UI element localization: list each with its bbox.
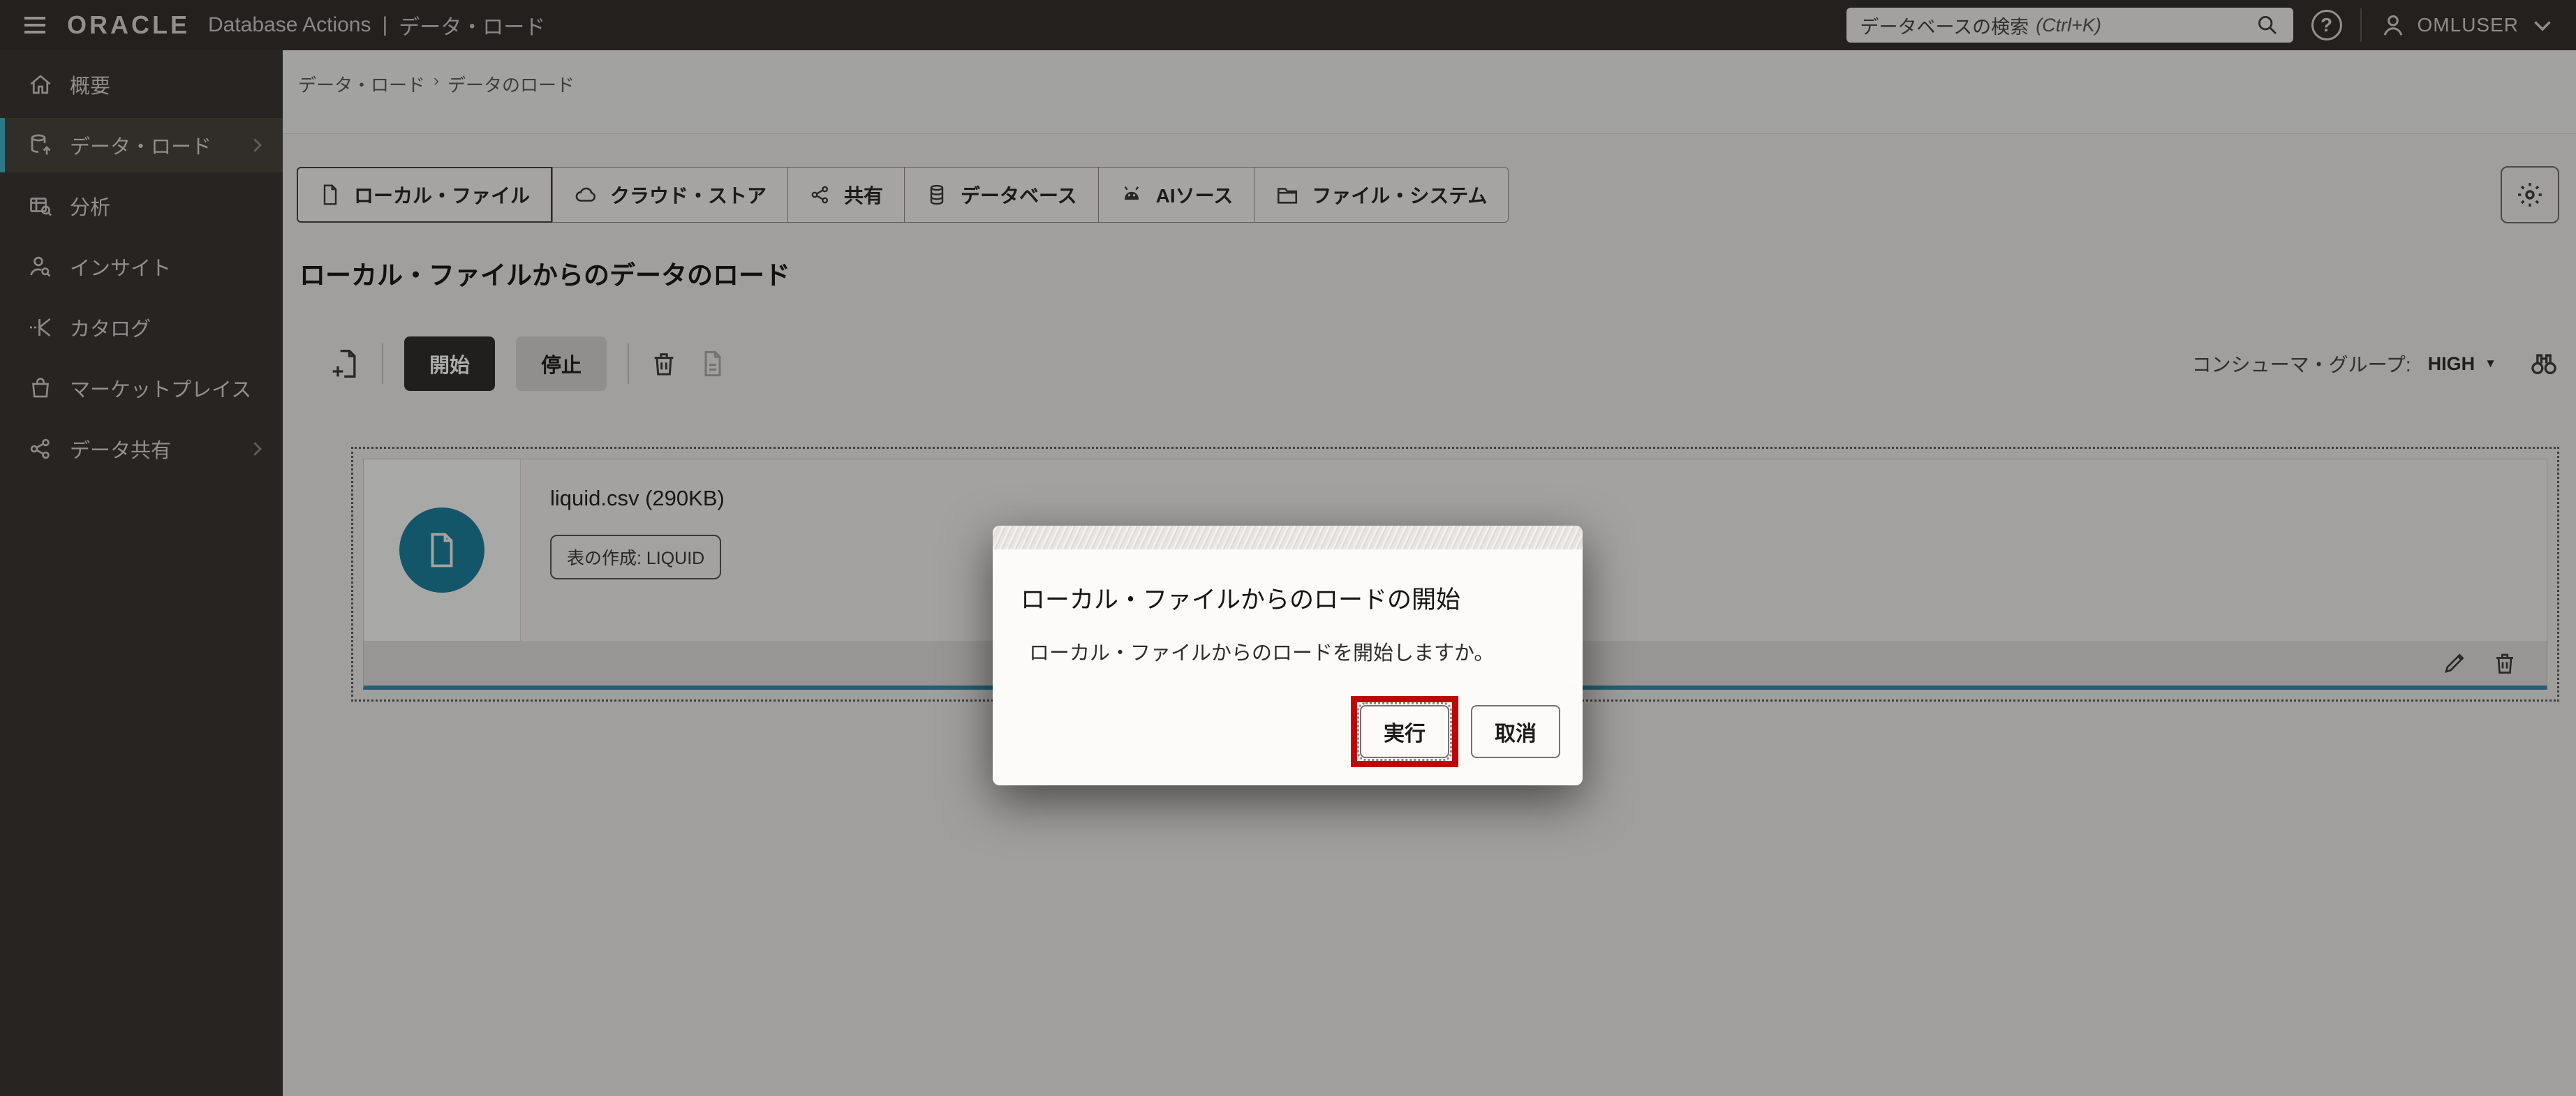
dialog-title: ローカル・ファイルからのロードの開始 — [1021, 580, 1555, 616]
cancel-button[interactable]: 取消 — [1471, 705, 1560, 758]
annotation-highlight-box: 実行 — [1351, 696, 1458, 767]
dialog-actions: 実行 取消 — [993, 696, 1583, 785]
start-load-dialog: ローカル・ファイルからのロードの開始 ローカル・ファイルからのロードを開始します… — [993, 526, 1583, 785]
run-button[interactable]: 実行 — [1360, 705, 1449, 758]
dialog-drag-handle[interactable] — [993, 526, 1583, 549]
app-root: ORACLE Database Actions | データ・ロード データベース… — [0, 0, 2576, 1096]
dialog-message: ローカル・ファイルからのロードを開始しますか。 — [1029, 637, 1555, 666]
